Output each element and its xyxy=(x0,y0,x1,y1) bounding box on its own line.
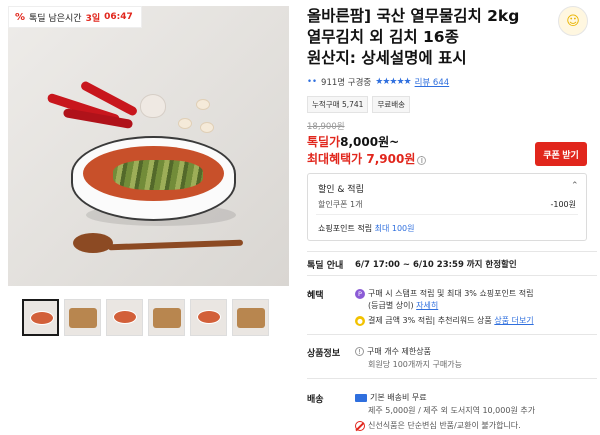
deal-timer-label: 톡딜 남은시간 xyxy=(29,13,82,24)
rating-stars: ★★★★★ xyxy=(375,77,411,87)
tag-list: 누적구매 5,741 무료배송 xyxy=(307,96,411,113)
warning-icon: ! xyxy=(355,347,364,356)
coin-icon: ● xyxy=(355,315,365,326)
purchase-limit-sub: 회원당 100개까지 구매가능 xyxy=(368,360,462,369)
thumb-board xyxy=(69,308,97,328)
garlic xyxy=(140,94,166,118)
shopping-point-label: 쇼핑포인트 적립 xyxy=(318,224,373,233)
benefits-label: 혜택 xyxy=(307,291,324,301)
discount-points-box: 할인 & 적립 ⌃ 할인쿠폰 1개 -100원 쇼핑포인트 적립 최대 100원 xyxy=(307,173,587,241)
thumbnail[interactable] xyxy=(106,299,143,336)
tag-free-shipping: 무료배송 xyxy=(372,96,411,113)
shopping-point-value: 최대 100원 xyxy=(374,224,415,233)
garlic-clove xyxy=(178,118,192,129)
viewers-count: 911명 구경중 xyxy=(321,78,372,88)
viewers-icon: •• xyxy=(307,77,318,87)
review-link[interactable]: 리뷰 644 xyxy=(415,76,450,88)
deal-price-amount: 8,000원~ xyxy=(340,135,400,149)
deal-timer-days: 3일 xyxy=(85,13,101,24)
max-benefit-label: 최대혜택가 xyxy=(307,152,363,166)
shopping-point: 쇼핑포인트 적립 최대 100원 xyxy=(318,223,415,234)
reward-benefit-text: 결제 금액 3% 적립| 추천리워드 상품 xyxy=(368,316,492,325)
thumbnail[interactable] xyxy=(22,299,59,336)
thumbnail[interactable] xyxy=(232,299,269,336)
deal-price: 톡딜가8,000원~ xyxy=(307,133,399,150)
prohibited-icon xyxy=(355,420,365,431)
thumb-board xyxy=(237,308,265,328)
more-products-link[interactable]: 상품 더보기 xyxy=(494,316,533,325)
deal-info-label: 톡딜 안내 xyxy=(307,261,344,271)
thumb-board xyxy=(153,308,181,328)
kimchi-bowl xyxy=(71,136,236,221)
kimchi-broth xyxy=(83,146,224,201)
product-main-image[interactable]: % 톡딜 남은시간 3일 06:47 xyxy=(8,6,289,286)
deal-clock-icon: % xyxy=(15,11,26,23)
point-p-icon: P xyxy=(355,288,365,299)
max-benefit-price: 최대혜택가 7,900원 i xyxy=(307,150,427,167)
deal-timer-badge: % 톡딜 남은시간 3일 06:47 xyxy=(8,6,142,28)
divider xyxy=(307,334,597,335)
garlic-clove xyxy=(200,122,214,133)
truck-icon xyxy=(355,393,367,402)
wooden-spoon xyxy=(73,233,113,253)
product-title-line: 원산지: 상세설명에 표시 xyxy=(307,49,467,67)
thumb-dish xyxy=(30,311,54,325)
details-link[interactable]: 자세히 xyxy=(416,301,438,310)
product-info-label: 상품정보 xyxy=(307,349,341,359)
smile-icon: ☺ xyxy=(566,13,580,29)
thumbnail[interactable] xyxy=(148,299,185,336)
divider xyxy=(307,378,597,379)
purchase-limit-text: 구매 개수 제한상품 xyxy=(367,347,431,356)
social-proof: •• 911명 구경중 ★★★★★ 리뷰 644 xyxy=(307,76,449,88)
product-title-line: 올바른팜] 국산 열무물김치 2kg xyxy=(307,7,520,25)
reward-benefit: ● 결제 금액 3% 적립| 추천리워드 상품 상품 더보기 xyxy=(355,315,534,326)
kimchi-greens xyxy=(113,160,203,190)
thumb-dish xyxy=(113,310,137,324)
thumbnail[interactable] xyxy=(64,299,101,336)
coupon-discount: -100원 xyxy=(550,200,576,209)
product-title: 올바른팜] 국산 열무물김치 2kg 열무김치 외 김치 16종 원산지: 상세… xyxy=(307,6,557,69)
purchase-limit: ! 구매 개수 제한상품 xyxy=(355,346,431,357)
coupon-button[interactable]: 쿠폰 받기 xyxy=(535,142,587,166)
return-notice: 신선식품은 단순변심 반품/교환이 불가합니다. xyxy=(355,420,521,431)
thumbnail[interactable] xyxy=(190,299,227,336)
discount-points-title: 할인 & 적립 xyxy=(318,185,364,195)
deal-timer-time: 06:47 xyxy=(104,12,133,22)
divider xyxy=(316,214,578,215)
wishlist-button[interactable]: ☺ xyxy=(558,6,588,36)
shipping-fee: 기본 배송비 무료 xyxy=(355,392,427,403)
thumbnail-strip xyxy=(22,299,269,336)
stamp-benefit: P 구매 시 스탬프 적립 및 최대 3% 쇼핑포인트 적립 xyxy=(355,288,534,299)
garlic-clove xyxy=(196,99,210,110)
info-icon[interactable]: i xyxy=(417,156,427,166)
chevron-up-icon[interactable]: ⌃ xyxy=(571,181,579,191)
shipping-island-fee: 제주 5,000원 / 제주 외 도서지역 10,000원 추가 xyxy=(368,406,536,415)
shipping-fee-text: 기본 배송비 무료 xyxy=(370,393,427,402)
original-price: 18,900원 xyxy=(307,122,345,132)
tag-cumulative-purchase: 누적구매 5,741 xyxy=(307,96,369,113)
deal-info-text: 6/7 17:00 ~ 6/10 23:59 까지 한정할인 xyxy=(355,260,517,270)
stamp-benefit-sub: (등급별 상이) 자세히 xyxy=(368,300,438,311)
return-notice-text: 신선식품은 단순변심 반품/교환이 불가합니다. xyxy=(368,421,521,430)
max-benefit-amount: 7,900원 xyxy=(366,152,416,166)
divider xyxy=(307,251,597,252)
product-title-line: 열무김치 외 김치 16종 xyxy=(307,28,459,46)
wooden-spoon-handle xyxy=(107,239,244,251)
deal-price-label: 톡딜가 xyxy=(307,135,341,149)
coupon-count: 할인쿠폰 1개 xyxy=(318,200,363,209)
divider xyxy=(307,275,597,276)
stamp-benefit-text: 구매 시 스탬프 적립 및 최대 3% 쇼핑포인트 적립 xyxy=(368,289,534,298)
shipping-label: 배송 xyxy=(307,395,324,405)
stamp-benefit-sub-text: (등급별 상이) xyxy=(368,301,414,310)
thumb-dish xyxy=(197,310,221,324)
